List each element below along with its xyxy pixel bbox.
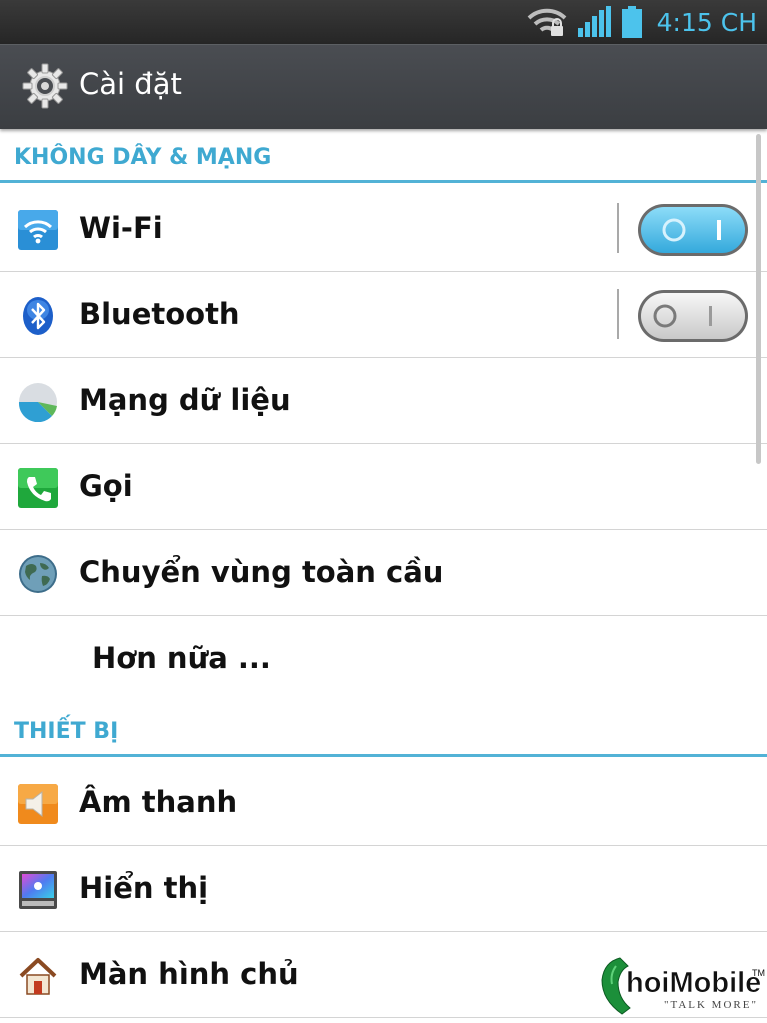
settings-item-more[interactable]: Hơn nữa ... [0, 615, 767, 701]
home-icon [19, 958, 57, 995]
status-bar: 4:15 CH [0, 0, 767, 44]
settings-item-label: Gọi [79, 469, 133, 503]
watermark-tagline: "TALK MORE" [664, 999, 758, 1011]
section-title-wireless: KHÔNG DÂY & MẠNG [14, 145, 272, 170]
settings-item-label: Âm thanh [79, 785, 238, 819]
status-icons: 4:15 CH [527, 0, 757, 44]
bluetooth-icon [23, 297, 53, 335]
settings-item-label: Màn hình chủ [79, 957, 299, 991]
settings-item-label: Wi-Fi [79, 211, 163, 245]
scrollbar[interactable] [756, 134, 761, 464]
watermark-brand-text: hoiMobile [626, 967, 761, 999]
toggle-divider [617, 289, 619, 339]
settings-item-sound[interactable]: Âm thanh [0, 759, 767, 846]
wifi-icon [18, 210, 58, 250]
settings-item-bluetooth[interactable]: Bluetooth [0, 271, 767, 358]
status-clock: 4:15 CH [656, 7, 757, 37]
settings-item-label: Hơn nữa ... [92, 641, 271, 675]
settings-item-display[interactable]: Hiển thị [0, 845, 767, 932]
section-divider [0, 754, 767, 757]
settings-gear-icon [22, 63, 68, 109]
wifi-toggle-switch[interactable] [637, 203, 749, 257]
choimobile-watermark-logo: hoiMobile TM "TALK MORE" [601, 957, 765, 1015]
settings-item-roaming[interactable]: Chuyển vùng toàn cầu [0, 529, 767, 616]
wifi-lock-icon [527, 8, 567, 36]
page-title: Cài đặt [79, 67, 182, 101]
battery-icon [621, 6, 642, 38]
signal-icon [577, 6, 611, 37]
section-divider [0, 180, 767, 183]
phone-icon [18, 468, 58, 508]
settings-item-label: Bluetooth [79, 297, 240, 331]
globe-icon [19, 555, 57, 593]
bluetooth-toggle-switch[interactable] [637, 289, 749, 343]
watermark-tm: TM [752, 968, 765, 978]
settings-item-label: Chuyển vùng toàn cầu [79, 555, 444, 589]
section-title-device: THIẾT BỊ [14, 719, 119, 744]
settings-item-label: Mạng dữ liệu [79, 383, 291, 417]
action-bar: Cài đặt [0, 44, 767, 129]
toggle-divider [617, 203, 619, 253]
section-header-wireless: KHÔNG DÂY & MẠNG [0, 128, 767, 184]
settings-item-wifi[interactable]: Wi-Fi [0, 185, 767, 272]
settings-item-label: Hiển thị [79, 871, 209, 905]
section-header-device: THIẾT BỊ [0, 702, 767, 758]
settings-item-data-usage[interactable]: Mạng dữ liệu [0, 357, 767, 444]
display-icon [19, 871, 57, 909]
speaker-icon [18, 784, 58, 824]
settings-item-call[interactable]: Gọi [0, 443, 767, 530]
data-usage-icon [18, 383, 57, 422]
